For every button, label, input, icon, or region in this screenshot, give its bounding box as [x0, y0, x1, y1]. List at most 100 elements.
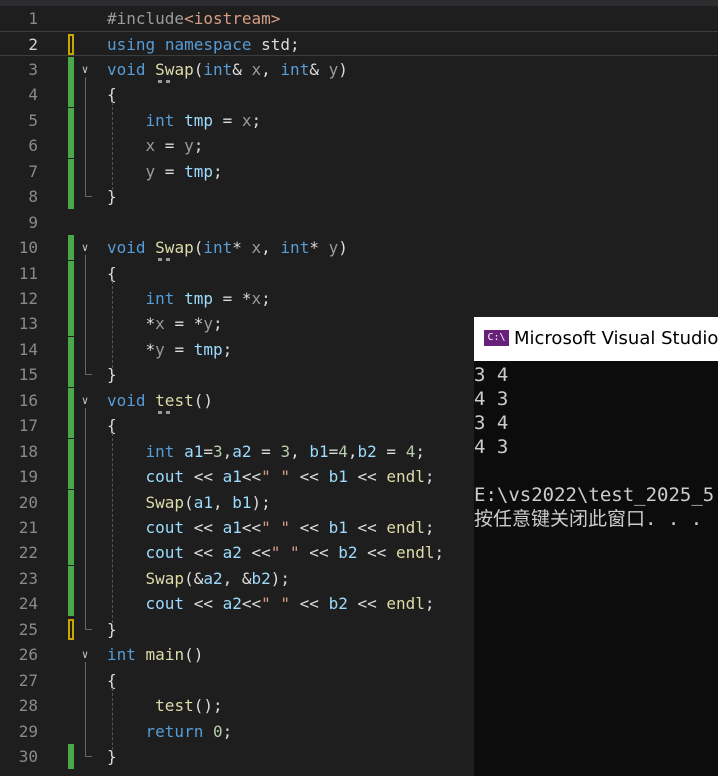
line-number: 2 [28, 35, 38, 55]
change-marker [68, 56, 74, 82]
change-marker [68, 540, 74, 566]
code-line[interactable]: 9 [0, 210, 718, 235]
code-line[interactable]: 3 ∨ void Swap(int& x, int& y) [0, 56, 718, 82]
line-number: 3 [28, 59, 38, 79]
change-marker [68, 285, 74, 311]
line-number: 30 [18, 747, 38, 767]
code-text: #include<iostream> [107, 9, 281, 28]
line-number: 23 [18, 568, 38, 588]
code-text: Swap(&a2, &b2); [145, 568, 291, 588]
change-marker [68, 336, 74, 362]
code-line[interactable]: 8} [0, 184, 718, 210]
suggestion-dots[interactable] [158, 77, 170, 83]
code-text: cout << a1<<" " << b1 << endl; [145, 467, 435, 487]
change-marker [68, 464, 74, 490]
change-marker [68, 438, 74, 464]
change-marker [68, 34, 74, 56]
change-marker [68, 82, 74, 108]
line-number: 20 [18, 492, 38, 512]
console-line: 4 3 [474, 388, 509, 410]
outline-bracket [85, 255, 92, 376]
console-line: 4 3 [474, 436, 509, 458]
line-number: 25 [18, 619, 38, 639]
outline-bracket [85, 662, 92, 758]
line-number: 22 [18, 543, 38, 563]
change-marker [68, 413, 74, 439]
code-text: using namespace std; [107, 35, 300, 55]
line-number: 12 [18, 288, 38, 308]
code-line[interactable]: 12 int tmp = *x; [0, 285, 718, 311]
line-number: 8 [28, 187, 38, 207]
code-line[interactable]: 4{ [0, 82, 718, 108]
code-text: return 0; [145, 721, 233, 741]
change-marker [68, 591, 74, 617]
code-text: cout << a2<<" " << b2 << endl; [145, 594, 435, 614]
suggestion-dots[interactable] [158, 255, 170, 262]
line-number: 26 [18, 645, 38, 665]
code-line[interactable]: 1 #include<iostream> [0, 6, 718, 31]
code-text: int a1=3,a2 = 3, b1=4,b2 = 4; [145, 441, 425, 461]
console-line: 3 4 [474, 412, 509, 434]
change-marker [68, 489, 74, 515]
line-number: 11 [18, 263, 38, 283]
line-number: 21 [18, 518, 38, 537]
change-marker [68, 565, 74, 591]
code-line[interactable]: 7 y = tmp; [0, 158, 718, 184]
line-number: 27 [18, 670, 38, 690]
change-marker [68, 311, 74, 337]
suggestion-dots[interactable] [158, 408, 170, 414]
indent-guide [112, 102, 113, 191]
change-marker [68, 235, 74, 261]
code-text: cout << a1<<" " << b1 << endl; [145, 518, 435, 537]
code-line[interactable]: 5 int tmp = x; [0, 107, 718, 133]
change-marker [68, 362, 74, 388]
change-marker [68, 107, 74, 133]
line-number: 14 [18, 339, 38, 359]
line-number: 29 [18, 721, 38, 741]
code-text: cout << a2 <<" " << b2 << endl; [145, 543, 445, 563]
console-line: 3 4 [474, 364, 509, 386]
code-text: x = y; [145, 136, 204, 156]
indent-guide [112, 433, 113, 623]
line-number: 19 [18, 467, 38, 487]
code-text: y = tmp; [145, 161, 223, 181]
code-text: int tmp = x; [145, 110, 262, 130]
code-line[interactable]: 11{ [0, 260, 718, 286]
outline-bracket [85, 76, 92, 198]
console-title-bar[interactable]: C:\ Microsoft Visual Studio [474, 317, 718, 361]
change-marker [68, 618, 74, 640]
code-text: void Swap(int* x, int* y) [107, 238, 348, 258]
line-number: 15 [18, 365, 38, 385]
line-number: 13 [18, 314, 38, 334]
change-marker [68, 744, 74, 770]
change-marker [68, 158, 74, 184]
console-window[interactable]: C:\ Microsoft Visual Studio 3 44 33 44 3… [474, 317, 718, 776]
line-number: 16 [18, 390, 38, 410]
code-text: int tmp = *x; [145, 288, 271, 308]
change-marker [68, 387, 74, 413]
code-text: void Swap(int& x, int& y) [107, 59, 348, 79]
change-marker [68, 515, 74, 540]
indent-guide [112, 687, 113, 751]
change-marker [68, 260, 74, 286]
code-text: *y = tmp; [107, 339, 233, 359]
line-number: 24 [18, 594, 38, 614]
outline-bracket [85, 407, 92, 630]
console-output: 3 44 33 44 3 E:\vs2022\test_2025_5 按任意键关闭此… [474, 363, 718, 531]
code-line[interactable]: 10 ∨ void Swap(int* x, int* y) [0, 235, 718, 261]
console-line: E:\vs2022\test_2025_5 [474, 484, 715, 506]
line-number: 17 [18, 416, 38, 436]
code-line[interactable]: 2 using namespace std; [0, 31, 718, 57]
change-marker [68, 184, 74, 210]
console-title: Microsoft Visual Studio [514, 328, 718, 349]
code-text: int main() [107, 645, 204, 665]
line-number: 10 [18, 238, 38, 258]
line-number: 9 [28, 212, 38, 232]
code-text: test(); [155, 696, 223, 716]
indent-guide [112, 280, 113, 369]
line-number: 4 [28, 85, 38, 105]
code-line[interactable]: 6 x = y; [0, 133, 718, 159]
code-text: *x = *y; [107, 314, 223, 334]
line-number: 28 [18, 696, 38, 716]
